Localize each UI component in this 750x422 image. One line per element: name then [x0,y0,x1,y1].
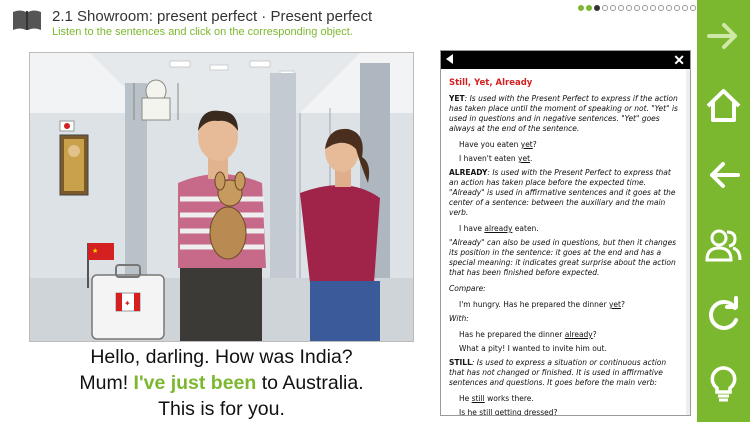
book-icon [13,10,41,30]
ex-text: getting dressed? [492,408,558,416]
ex-text: ? [620,300,625,309]
already-note-text: "Already" can also be used in questions,… [449,238,677,277]
caption-line-3: This is for you. [158,398,285,420]
ex-text: works there. [484,394,534,403]
ex-keyword: yet [520,140,533,149]
progress-dot [626,5,632,11]
progress-dot [578,5,584,11]
yet-term: YET [449,94,465,103]
ex-text: eaten. [512,224,539,233]
ex-keyword: already [484,224,513,233]
progress-dot [642,5,648,11]
already-term: ALREADY [449,168,488,177]
progress-dot [690,5,696,11]
panel-scrollbar[interactable] [686,69,690,415]
sidebar [697,0,750,422]
compare-label-text: Compare: [449,284,486,293]
ex-text: I haven't eaten [459,154,519,163]
yet-def-text: : Is used with the Present Perfect to ex… [449,94,678,133]
users-icon [705,229,742,262]
progress-dot [666,5,672,11]
scene-illustration[interactable]: ★ ✦ [29,52,414,342]
already-note: "Already" can also be used in questions,… [449,238,682,278]
progress-dot [610,5,616,11]
yet-example-1: Have you eaten yet? [449,140,682,150]
ex-text: Has he prepared the dinner [459,330,565,339]
lightbulb-icon [710,366,737,402]
panel-back-icon[interactable] [446,54,453,64]
ex-text: I'm hungry. Has he prepared the dinner [459,300,609,309]
hint-button[interactable] [697,353,750,413]
svg-text:★: ★ [92,247,98,255]
back-button[interactable] [697,145,750,205]
ex-text: ? [592,330,597,339]
still-example-2: Is he still getting dressed? [449,408,682,416]
ex-keyword: yet [518,154,531,163]
still-example-1: He still works there. [449,394,682,404]
compare-example: I'm hungry. Has he prepared the dinner y… [449,300,682,310]
progress-dot [682,5,688,11]
progress-dot [586,5,592,11]
caption-line-2-start: Mum! [79,372,134,394]
panel-toolbar: ✕ [441,51,690,69]
arrow-right-icon [707,23,737,49]
highlighted-phrase[interactable]: I've just been [134,372,257,394]
instruction-text: Listen to the sentences and click on the… [52,26,353,38]
compare-label: Compare: [449,284,682,294]
progress-dot [650,5,656,11]
progress-dot [634,5,640,11]
svg-text:✦: ✦ [124,299,131,308]
yet-example-2: I haven't eaten yet. [449,154,682,164]
panel-body: Still, Yet, Already YET: Is used with th… [441,69,690,416]
ex-keyword: still [479,408,493,416]
still-definition: STILL: Is used to express a situation or… [449,358,682,388]
already-example-1: I have already eaten. [449,224,682,234]
progress-dot [618,5,624,11]
progress-dot [602,5,608,11]
ex-keyword: already [564,330,593,339]
grammar-panel: ✕ Still, Yet, Already YET: Is used with … [440,50,691,416]
panel-heading: Still, Yet, Already [449,78,533,88]
ex-text: . [530,154,533,163]
still-def-text: : Is used to express a situation or cont… [449,358,667,387]
dialogue-caption: Hello, darling. How was India? Mum! I've… [29,344,414,422]
refresh-icon [709,296,738,330]
next-button[interactable] [697,6,750,66]
ex-keyword: still [471,394,485,403]
users-button[interactable] [697,214,750,274]
ex-text: Is he [459,408,480,416]
home-icon [706,89,741,122]
caption-line-2-end: to Australia. [256,372,364,394]
progress-dot [674,5,680,11]
with-label: With: [449,314,682,324]
with-example-1: Has he prepared the dinner already? [449,330,682,340]
still-term: STILL [449,358,472,367]
arrow-left-icon [710,162,740,188]
ex-keyword: yet [608,300,621,309]
progress-dot [594,5,600,11]
caption-line-2: Mum! I've just been to Australia. [29,370,414,396]
ex-text: ? [532,140,537,149]
yet-definition: YET: Is used with the Present Perfect to… [449,94,682,134]
already-definition: ALREADY: Is used with the Present Perfec… [449,168,682,218]
home-button[interactable] [697,75,750,135]
page-title: 2.1 Showroom: present perfect · Present … [52,8,373,25]
panel-close-icon[interactable]: ✕ [673,51,685,69]
with-example-2: What a pity! I wanted to invite him out. [459,344,607,353]
ex-text: He [459,394,472,403]
ex-text: I have [459,224,485,233]
with-label-text: With: [449,314,469,323]
ex-text: Have you eaten [459,140,521,149]
progress-dot [658,5,664,11]
restart-button[interactable] [697,284,750,344]
caption-line-1: Hello, darling. How was India? [90,346,353,368]
